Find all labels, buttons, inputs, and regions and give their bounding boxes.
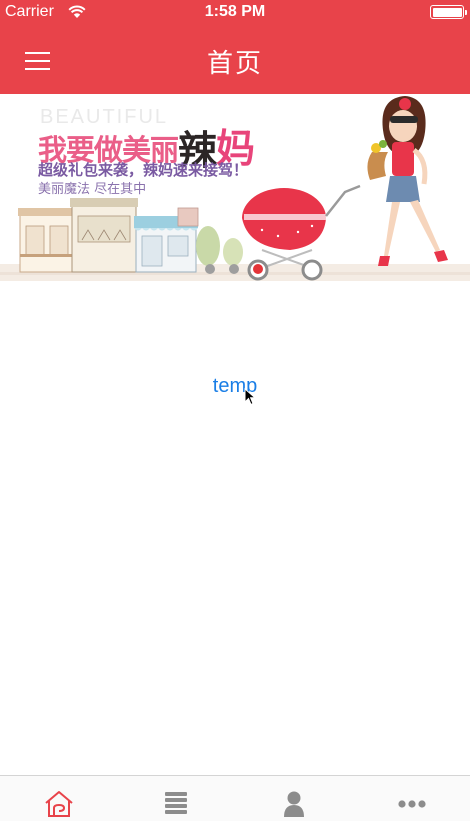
tab-more[interactable] bbox=[353, 776, 470, 821]
tab-bar bbox=[0, 775, 470, 821]
woman-illustration bbox=[367, 96, 448, 266]
navigation-bar: 首页 bbox=[0, 26, 470, 94]
tab-list[interactable] bbox=[117, 776, 234, 821]
battery-icon bbox=[430, 5, 467, 19]
home-icon bbox=[44, 791, 73, 817]
temp-link[interactable]: temp bbox=[0, 375, 470, 398]
top-bar: Carrier 1:58 PM 首页 bbox=[0, 0, 470, 94]
storefront-illustration bbox=[18, 198, 199, 273]
promo-banner[interactable]: BEAUTIFUL 我要做美丽辣妈 超级礼包来袭，辣妈速来接驾！ 美丽魔法 尽在… bbox=[0, 94, 470, 281]
mouse-cursor-icon bbox=[244, 388, 256, 406]
status-bar: Carrier 1:58 PM bbox=[0, 0, 470, 26]
list-icon bbox=[164, 792, 187, 814]
person-icon bbox=[283, 791, 304, 817]
tab-profile[interactable] bbox=[235, 776, 352, 821]
page-title: 首页 bbox=[206, 49, 263, 79]
page-dot-2[interactable] bbox=[229, 264, 239, 274]
banner-subtitle: 超级礼包来袭，辣妈速来接驾！ bbox=[38, 161, 249, 179]
status-time: 1:58 PM bbox=[204, 3, 266, 20]
tab-home[interactable] bbox=[0, 776, 117, 821]
more-icon bbox=[397, 800, 426, 808]
page-dot-3[interactable] bbox=[253, 264, 263, 274]
page-dot-1[interactable] bbox=[205, 264, 215, 274]
banner-tagline: 美丽魔法 尽在其中 bbox=[38, 182, 147, 197]
